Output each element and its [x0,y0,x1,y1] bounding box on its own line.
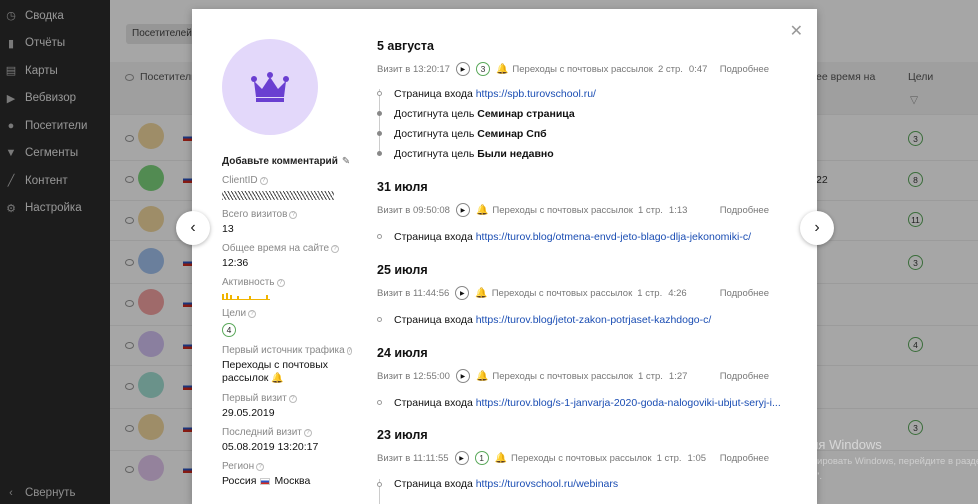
visit-summary: Визит в 12:55:00 ▶ 🔔 Переходы с почтовых… [377,369,769,383]
goals-badge: 3 [475,62,490,76]
entry-page-link[interactable]: https://turovschool.ru/webinars [476,478,618,490]
goals-badge: 4 [222,323,236,337]
visit-summary: Визит в 09:50:08 ▶ 🔔 Переходы с почтовых… [377,203,769,217]
goals-badge: 1 [474,451,489,465]
last-visit-label: Последний визит? [222,427,352,438]
day-title: 23 июля [377,428,428,442]
help-icon[interactable]: ? [259,176,268,185]
flag-icon [260,477,271,485]
last-visit-value: 05.08.2019 13:20:17 [222,441,319,453]
entry-page: Страница входа https://turov.blog/s-1-ja… [394,397,781,409]
play-icon[interactable]: ▶ [455,62,470,76]
details-link[interactable]: Подробнее [720,205,769,216]
crown-icon [251,72,289,102]
first-source-value: Переходы с почтовых рассылок 🔔 [222,359,329,384]
client-id-value [222,189,337,201]
entry-page: Страница входа https://turov.blog/jetot-… [394,314,712,326]
add-comment-button[interactable]: Добавьте комментарий ✎ [222,156,352,167]
total-visits-value: 13 [222,223,234,235]
play-icon[interactable]: ▶ [455,203,470,217]
goals-label: Цели? [222,308,352,319]
activity-label: Активность? [222,277,352,288]
help-icon[interactable]: ? [276,278,285,287]
entry-page-link[interactable]: https://turov.blog/jetot-zakon-potrjaset… [476,314,712,326]
total-time-label: Общее время на сайте? [222,243,352,254]
details-link[interactable]: Подробнее [720,371,769,382]
bell-icon: 🔔 [475,287,488,299]
details-link[interactable]: Подробнее [720,64,769,75]
entry-page-link[interactable]: https://turov.blog/otmena-envd-jeto-blag… [476,231,751,243]
day-title: 5 августа [377,39,434,53]
play-icon[interactable]: ▶ [455,369,470,383]
visit-summary: Визит в 11:44:56 ▶ 🔔 Переходы с почтовых… [377,286,769,300]
entry-page: Страница входа https://turov.blog/otmena… [394,231,751,243]
bell-icon: 🔔 [494,452,508,464]
entry-page: Страница входа https://spb.turovschool.r… [394,88,596,100]
region-value: Россия Москва [222,475,311,487]
total-time-value: 12:36 [222,257,249,269]
comment-label: Добавьте комментарий [222,156,338,167]
chevron-left-icon: ‹ [190,219,196,236]
region-label: Регион? [222,461,352,472]
bell-icon: 🔔 [271,373,284,384]
total-visits-label: Всего визитов? [222,209,352,220]
goal-event: Достигнута цель Семинар страница [394,108,575,120]
help-icon[interactable]: ? [303,428,312,437]
visitor-info: Добавьте комментарий ✎ ClientID? Всего в… [222,39,353,487]
close-icon[interactable]: ✕ [790,21,803,41]
redacted-scribble [222,191,334,200]
day-title: 31 июля [377,180,428,194]
first-visit-value: 29.05.2019 [222,407,275,419]
windows-activation-watermark: Активация Windows [762,437,882,452]
chevron-right-icon: › [814,219,820,236]
help-icon[interactable]: ? [331,244,340,253]
entry-page-link[interactable]: https://turov.blog/s-1-janvarja-2020-god… [476,397,781,409]
day-title: 24 июля [377,346,428,360]
first-visit-label: Первый визит? [222,393,352,404]
next-visitor-button[interactable]: › [800,211,834,245]
help-icon[interactable]: ? [346,346,353,355]
previous-visitor-button[interactable]: ‹ [176,211,210,245]
goal-event: Достигнута цель Были недавно [394,148,554,160]
windows-activation-text: "Параметры". [762,471,823,482]
play-icon[interactable]: ▶ [454,451,469,465]
help-icon[interactable]: ? [248,309,257,318]
bell-icon: 🔔 [495,63,509,75]
windows-activation-text: Чтобы активировать Windows, перейдите в … [762,456,978,467]
activity-chart [222,292,282,300]
details-link[interactable]: Подробнее [720,288,769,299]
goal-event: Достигнута цель Семинар Спб [394,128,547,140]
bell-icon: 🔔 [475,204,489,216]
entry-page: Страница входа https://turovschool.ru/we… [394,478,619,490]
first-source-label: Первый источник трафика? [222,345,353,356]
visitor-card-modal: ✕ Добавьте комментарий ✎ ClientID? Всего… [192,9,817,504]
day-title: 25 июля [377,263,428,277]
bell-icon: 🔔 [475,370,489,382]
pencil-icon: ✎ [341,156,351,167]
visit-summary: Визит в 13:20:17 ▶ 3 🔔 Переходы с почтов… [377,62,769,76]
visit-summary: Визит в 11:11:55 ▶ 1 🔔 Переходы с почтов… [377,451,769,465]
help-icon[interactable]: ? [256,462,265,471]
client-id-label: ClientID? [222,175,352,186]
help-icon[interactable]: ? [288,394,297,403]
visitor-avatar [222,39,318,135]
entry-page-link[interactable]: https://spb.turovschool.ru/ [476,88,596,100]
help-icon[interactable]: ? [289,210,298,219]
play-icon[interactable]: ▶ [455,286,470,300]
